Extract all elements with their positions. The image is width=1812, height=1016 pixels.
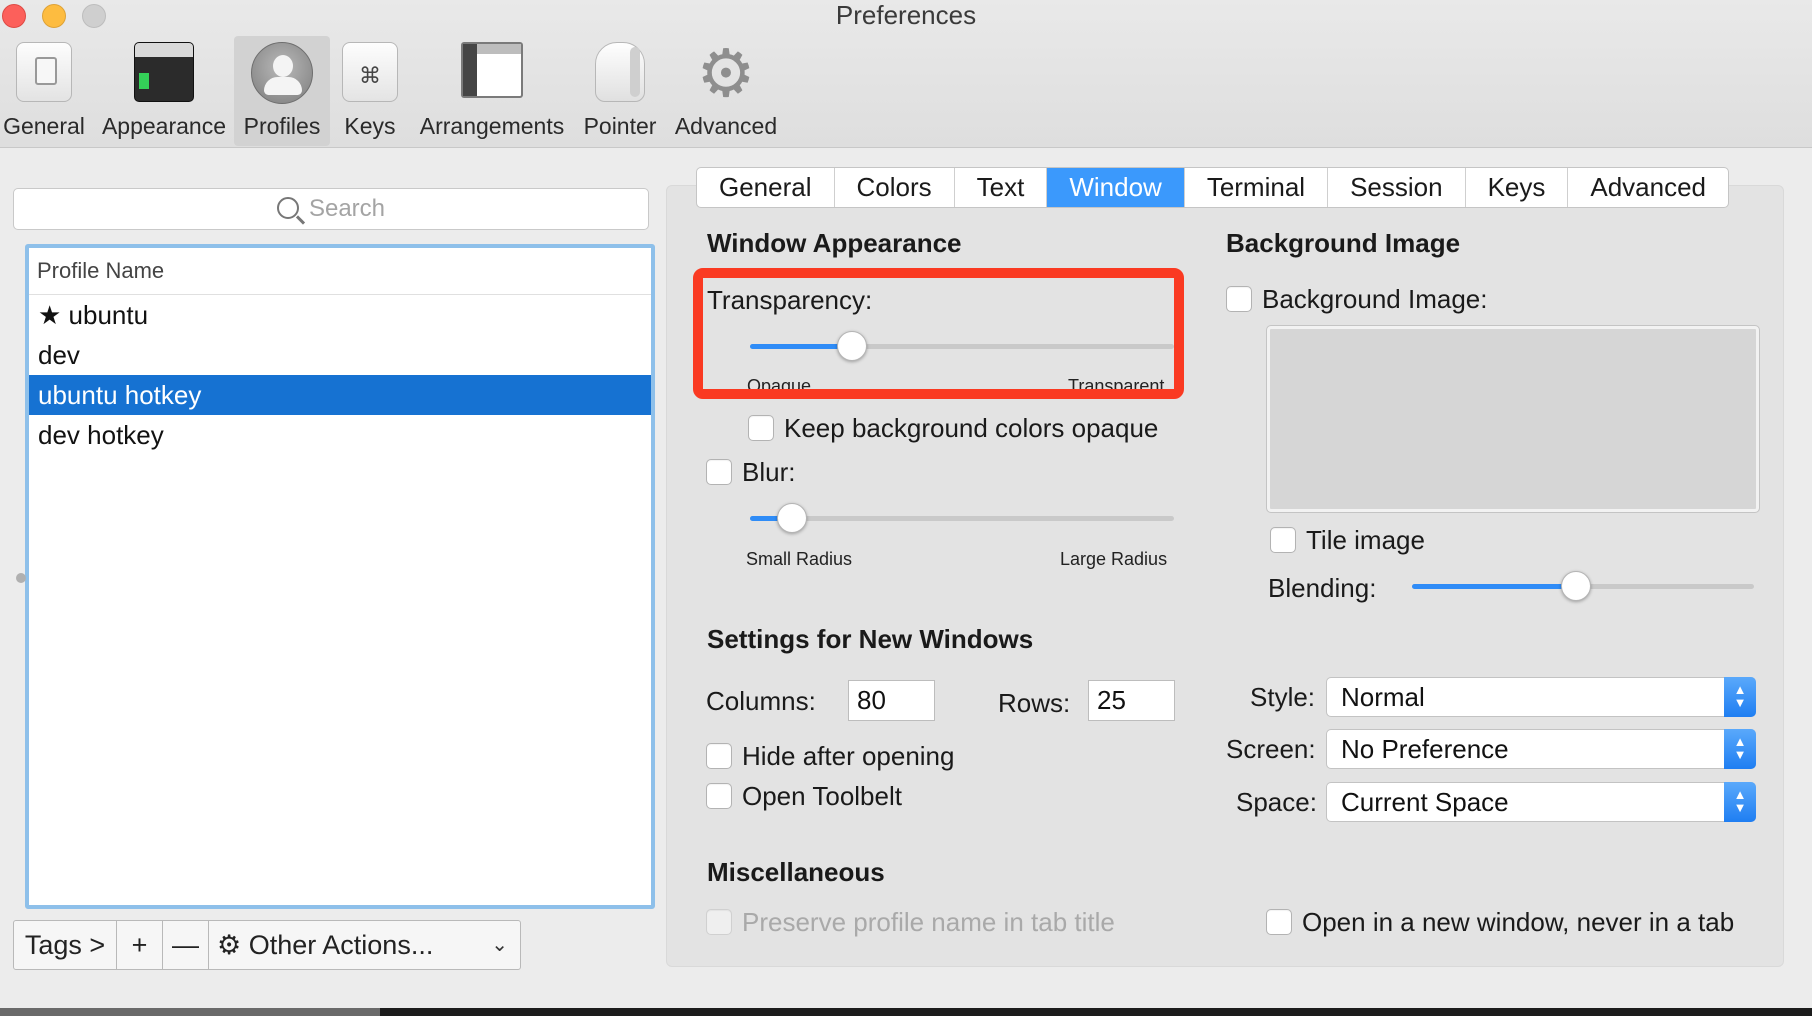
toolbar-label: Appearance [101, 113, 227, 139]
profile-search-input[interactable]: Search [13, 188, 649, 230]
toolbar-appearance[interactable]: Appearance [98, 36, 230, 146]
gear-icon: ⚙ [217, 930, 242, 960]
window-title: Preferences [835, 0, 977, 30]
keep-bg-opaque-checkbox[interactable] [748, 415, 774, 441]
open-toolbelt-checkbox[interactable] [706, 783, 732, 809]
screen-popup-value: No Preference [1341, 734, 1509, 764]
toolbar-general[interactable]: General [0, 36, 88, 146]
blur-min-label: Small Radius [746, 549, 853, 569]
toolbar-label: Arrangements [419, 113, 565, 139]
tab-general[interactable]: General [697, 168, 835, 207]
space-popup-value: Current Space [1341, 787, 1509, 817]
tags-button[interactable]: Tags > [14, 921, 117, 969]
add-profile-button[interactable]: + [117, 921, 163, 969]
profile-row[interactable]: ★ ubuntu [29, 295, 651, 335]
columns-label: Columns: [706, 686, 816, 716]
profile-settings-tabs: General Colors Text Window Terminal Sess… [696, 167, 1730, 208]
toolbar-profiles[interactable]: Profiles [234, 36, 330, 146]
toolbar-advanced[interactable]: ⚙ Advanced [670, 36, 782, 146]
blur-radius-slider[interactable] [750, 503, 1174, 533]
general-icon [16, 42, 72, 102]
hide-after-opening-checkbox[interactable] [706, 743, 732, 769]
arrangements-icon [461, 42, 523, 98]
popup-arrows-icon: ▲ ▼ [1724, 782, 1756, 822]
pane-splitter-handle[interactable] [16, 573, 26, 583]
background-image-well[interactable] [1266, 325, 1760, 513]
rows-input[interactable]: 25 [1088, 680, 1175, 721]
tab-keys[interactable]: Keys [1466, 168, 1569, 207]
screen-label: Screen: [1226, 734, 1316, 764]
window-titlebar: Preferences General Appearance Profiles … [0, 0, 1812, 148]
keys-icon: ⌘ [342, 42, 398, 102]
space-label: Space: [1236, 787, 1317, 817]
blending-slider[interactable] [1412, 571, 1754, 601]
rows-label: Rows: [998, 688, 1071, 718]
profiles-icon [251, 42, 313, 104]
other-actions-menu[interactable]: ⚙ Other Actions... ⌄ [209, 921, 520, 969]
tile-image-checkbox[interactable] [1270, 527, 1296, 553]
new-windows-heading: Settings for New Windows [707, 624, 1034, 654]
chevron-down-icon: ⌄ [491, 934, 508, 956]
tab-terminal[interactable]: Terminal [1185, 168, 1329, 207]
appearance-icon [134, 42, 194, 102]
toolbar-label: General [3, 113, 85, 139]
preserve-profile-name-checkbox[interactable] [706, 909, 732, 935]
blending-label: Blending: [1268, 573, 1377, 603]
hide-after-opening-label: Hide after opening [742, 741, 955, 771]
popup-arrows-icon: ▲ ▼ [1724, 729, 1756, 769]
tab-advanced[interactable]: Advanced [1568, 168, 1728, 207]
other-actions-label: Other Actions... [248, 930, 434, 960]
style-popup[interactable]: Normal ▲ ▼ [1326, 677, 1756, 717]
popup-arrows-icon: ▲ ▼ [1724, 677, 1756, 717]
blending-slider-fill [1412, 584, 1577, 589]
tab-session[interactable]: Session [1328, 168, 1466, 207]
screen-popup[interactable]: No Preference ▲ ▼ [1326, 729, 1756, 769]
window-appearance-heading: Window Appearance [707, 228, 962, 258]
toolbar-label: Keys [344, 113, 396, 139]
highlight-annotation [693, 268, 1184, 399]
gear-icon: ⚙ [696, 36, 756, 110]
pointer-icon [595, 42, 645, 102]
tile-image-label: Tile image [1306, 525, 1425, 555]
preserve-profile-name-label: Preserve profile name in tab title [742, 907, 1115, 937]
search-icon [276, 197, 299, 219]
remove-profile-button[interactable]: — [163, 921, 209, 969]
profile-actions-bar: Tags > + — ⚙ Other Actions... ⌄ [13, 920, 521, 970]
tab-window[interactable]: Window [1047, 168, 1185, 207]
screen-bottom-edge-left [0, 1008, 380, 1016]
profile-row-selected[interactable]: ubuntu hotkey [29, 375, 651, 415]
keep-bg-opaque-label: Keep background colors opaque [784, 413, 1159, 443]
background-image-label: Background Image: [1262, 284, 1488, 314]
blending-slider-thumb[interactable] [1561, 571, 1592, 601]
open-new-window-checkbox[interactable] [1266, 909, 1292, 935]
style-label: Style: [1250, 682, 1316, 712]
toolbar-pointer[interactable]: Pointer [578, 36, 662, 146]
toolbar-label: Pointer [583, 113, 657, 139]
open-toolbelt-label: Open Toolbelt [742, 781, 902, 811]
tab-text[interactable]: Text [955, 168, 1048, 207]
search-placeholder: Search [308, 195, 386, 222]
toolbar-label: Profiles [243, 113, 321, 139]
profile-row[interactable]: dev hotkey [29, 415, 651, 455]
style-popup-value: Normal [1341, 682, 1425, 712]
profile-name-column-header[interactable]: Profile Name [29, 248, 651, 295]
background-image-heading: Background Image [1226, 228, 1461, 258]
profile-list[interactable]: Profile Name ★ ubuntu dev ubuntu hotkey … [25, 244, 655, 909]
toolbar-label: Advanced [674, 113, 778, 139]
open-new-window-label: Open in a new window, never in a tab [1302, 907, 1735, 937]
blur-max-label: Large Radius [1060, 549, 1168, 569]
blur-label: Blur: [742, 457, 796, 487]
space-popup[interactable]: Current Space ▲ ▼ [1326, 782, 1756, 822]
background-image-checkbox[interactable] [1226, 286, 1252, 312]
tab-colors[interactable]: Colors [835, 168, 955, 207]
toolbar-keys[interactable]: ⌘ Keys [336, 36, 404, 146]
blur-checkbox[interactable] [706, 459, 732, 485]
columns-input[interactable]: 80 [848, 680, 935, 721]
profile-row[interactable]: dev [29, 335, 651, 375]
miscellaneous-heading: Miscellaneous [707, 857, 885, 887]
toolbar-arrangements[interactable]: Arrangements [414, 36, 570, 146]
